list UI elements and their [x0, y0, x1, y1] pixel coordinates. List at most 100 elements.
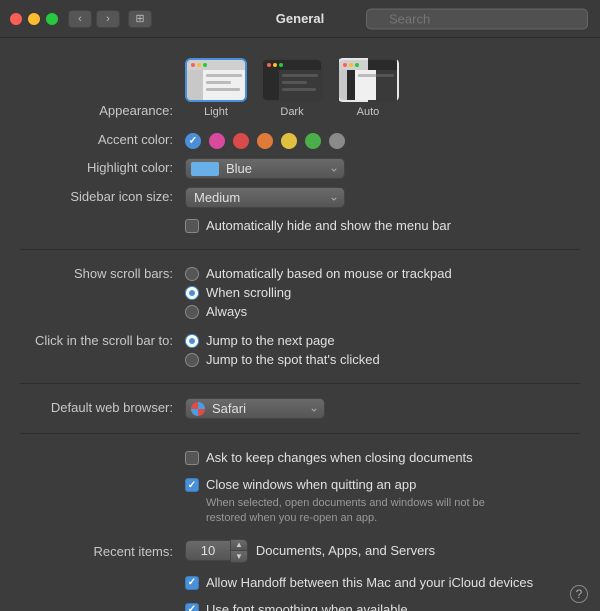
default-browser-row: Default web browser: Safari Chrome Firef… [0, 392, 600, 425]
titlebar: ‹ › ⊞ General 🔍 [0, 0, 600, 38]
minimize-button[interactable] [28, 13, 40, 25]
light-thumb [185, 58, 247, 102]
close-windows-label-spacer [20, 475, 185, 477]
font-smoothing-checkbox-row: Use font smoothing when available [185, 600, 408, 611]
click-scroll-row: Click in the scroll bar to: Jump to the … [0, 325, 600, 375]
click-next-label: Jump to the next page [206, 333, 335, 348]
close-windows-checkbox-label: Close windows when quitting an app [206, 477, 416, 492]
dark-thumb [261, 58, 323, 102]
handoff-label-spacer [20, 573, 185, 575]
nav-buttons: ‹ › ⊞ [68, 10, 152, 28]
separator-2 [20, 383, 580, 384]
recent-items-row: Recent items: 5 10 15 20 25 50 None ▲ ▼ … [0, 531, 600, 567]
click-spot-row: Jump to the spot that's clicked [185, 350, 380, 369]
click-next-radio[interactable] [185, 334, 199, 348]
accent-gray[interactable] [329, 133, 345, 149]
appearance-thumbnails: Light [185, 58, 399, 118]
show-scroll-bars-content: Automatically based on mouse or trackpad… [185, 264, 580, 321]
handoff-row: Allow Handoff between this Mac and your … [0, 567, 600, 596]
grid-icon: ⊞ [135, 12, 144, 25]
dark-label: Dark [280, 106, 303, 118]
default-browser-label: Default web browser: [20, 398, 185, 415]
auto-label: Auto [357, 106, 380, 118]
scroll-auto-label: Automatically based on mouse or trackpad [206, 266, 452, 281]
help-button[interactable]: ? [570, 585, 588, 603]
accent-color-swatches [185, 130, 345, 149]
default-browser-select[interactable]: Safari Chrome Firefox [185, 398, 325, 419]
scroll-bar-options: Automatically based on mouse or trackpad… [185, 264, 452, 321]
handoff-checkbox-row: Allow Handoff between this Mac and your … [185, 573, 533, 592]
help-icon: ? [576, 587, 583, 601]
scroll-when-radio[interactable] [185, 286, 199, 300]
highlight-color-select-wrapper: Blue Gold Pink Purple Red Orange Green G… [185, 158, 345, 179]
search-wrapper: 🔍 [366, 8, 588, 29]
search-input[interactable] [366, 8, 588, 29]
appearance-label: Appearance: [20, 101, 185, 118]
font-smoothing-content: Use font smoothing when available [185, 600, 580, 611]
recent-items-suffix: Documents, Apps, and Servers [256, 543, 435, 558]
scroll-when-row: When scrolling [185, 283, 452, 302]
font-smoothing-checkbox[interactable] [185, 603, 199, 611]
stepper-up-button[interactable]: ▲ [231, 540, 247, 552]
font-smoothing-label-spacer [20, 600, 185, 602]
accent-blue[interactable] [185, 133, 201, 149]
auto-thumb [337, 58, 399, 102]
close-windows-checkbox[interactable] [185, 478, 199, 492]
sidebar-icon-size-select[interactable]: Small Medium Large [185, 187, 345, 208]
close-docs-label-spacer [20, 448, 185, 450]
appearance-auto[interactable]: Auto [337, 58, 399, 118]
recent-items-label: Recent items: [20, 542, 185, 559]
handoff-content: Allow Handoff between this Mac and your … [185, 573, 580, 592]
scroll-when-label: When scrolling [206, 285, 291, 300]
close-docs-content: Ask to keep changes when closing documen… [185, 448, 580, 467]
click-scroll-options: Jump to the next page Jump to the spot t… [185, 331, 380, 369]
close-docs-checkbox[interactable] [185, 451, 199, 465]
menu-bar-checkbox-row: Automatically hide and show the menu bar [185, 216, 451, 235]
grid-button[interactable]: ⊞ [128, 10, 152, 28]
highlight-color-row: Highlight color: Blue Gold Pink Purple R… [0, 154, 600, 183]
main-content: Appearance: [0, 38, 600, 611]
accent-yellow[interactable] [281, 133, 297, 149]
font-smoothing-row: Use font smoothing when available [0, 596, 600, 611]
accent-orange[interactable] [257, 133, 273, 149]
close-docs-row: Ask to keep changes when closing documen… [0, 442, 600, 471]
close-button[interactable] [10, 13, 22, 25]
sidebar-icon-size-content: Small Medium Large [185, 187, 580, 208]
close-windows-sub-text: When selected, open documents and window… [206, 496, 526, 527]
appearance-light[interactable]: Light [185, 58, 247, 118]
scroll-auto-radio[interactable] [185, 267, 199, 281]
accent-color-label: Accent color: [20, 130, 185, 147]
sidebar-icon-size-label: Sidebar icon size: [20, 187, 185, 204]
scroll-always-label: Always [206, 304, 247, 319]
appearance-row: Appearance: [0, 54, 600, 126]
show-scroll-bars-label: Show scroll bars: [20, 264, 185, 281]
recent-items-select[interactable]: 5 10 15 20 25 50 None [185, 540, 231, 561]
highlight-color-select[interactable]: Blue Gold Pink Purple Red Orange Green G… [185, 158, 345, 179]
appearance-dark[interactable]: Dark [261, 58, 323, 118]
separator-1 [20, 249, 580, 250]
forward-button[interactable]: › [96, 10, 120, 28]
menu-bar-content: Automatically hide and show the menu bar [185, 216, 580, 235]
accent-green[interactable] [305, 133, 321, 149]
back-button[interactable]: ‹ [68, 10, 92, 28]
menu-bar-checkbox-label: Automatically hide and show the menu bar [206, 218, 451, 233]
maximize-button[interactable] [46, 13, 58, 25]
traffic-lights [10, 13, 58, 25]
scroll-always-radio[interactable] [185, 305, 199, 319]
scroll-auto-row: Automatically based on mouse or trackpad [185, 264, 452, 283]
recent-items-content: 5 10 15 20 25 50 None ▲ ▼ Documents, App… [185, 539, 580, 563]
sidebar-icon-size-select-wrapper: Small Medium Large [185, 187, 345, 208]
accent-purple[interactable] [209, 133, 225, 149]
handoff-checkbox[interactable] [185, 576, 199, 590]
accent-red[interactable] [233, 133, 249, 149]
handoff-checkbox-label: Allow Handoff between this Mac and your … [206, 575, 533, 590]
stepper-arrows: ▲ ▼ [231, 539, 248, 563]
stepper-down-button[interactable]: ▼ [231, 551, 247, 562]
click-spot-radio[interactable] [185, 353, 199, 367]
close-windows-checkbox-row: Close windows when quitting an app [185, 475, 526, 494]
menu-bar-checkbox[interactable] [185, 219, 199, 233]
scroll-always-row: Always [185, 302, 452, 321]
font-smoothing-checkbox-label: Use font smoothing when available [206, 602, 408, 611]
accent-color-row: Accent color: [0, 126, 600, 154]
accent-color-options [185, 130, 580, 149]
